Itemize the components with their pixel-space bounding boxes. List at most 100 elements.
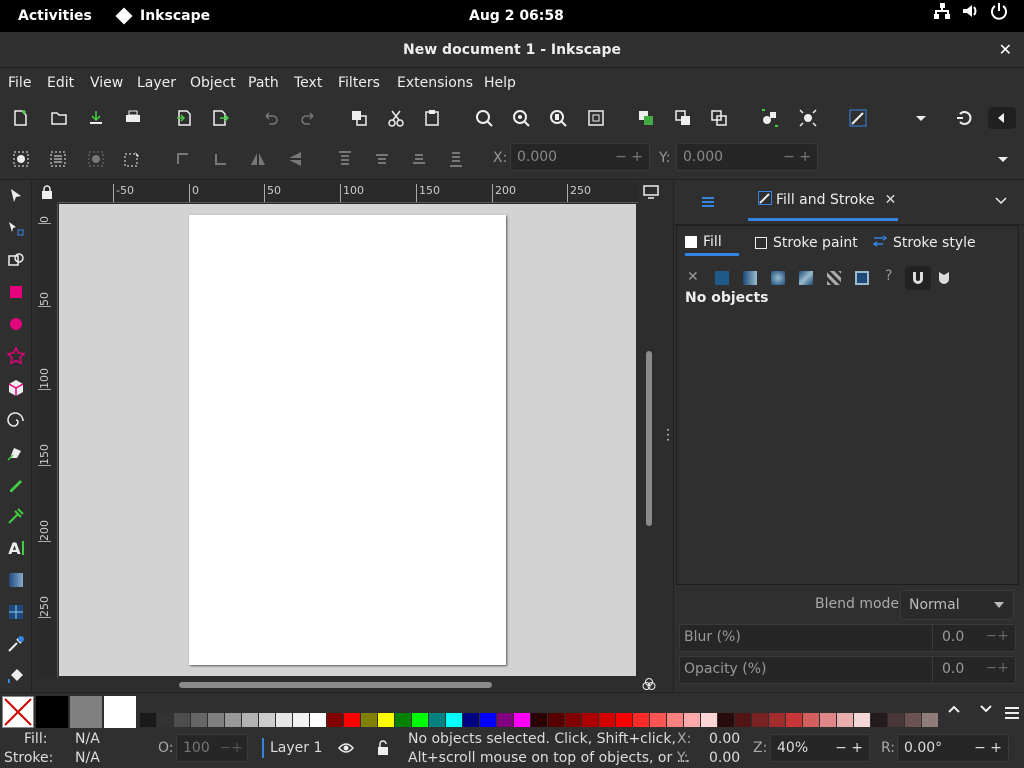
menu-path[interactable]: Path: [248, 68, 279, 98]
dock-menu-chevron-icon[interactable]: [994, 193, 1008, 211]
raise-icon[interactable]: [371, 148, 393, 170]
palette-swatch[interactable]: [104, 696, 136, 728]
y-input[interactable]: 0.000 − +: [676, 143, 818, 171]
page[interactable]: [189, 215, 506, 665]
menu-filters[interactable]: Filters: [338, 68, 380, 98]
flip-vertical-icon[interactable]: [284, 148, 306, 170]
opacity-stepper-icon[interactable]: −+: [986, 660, 1009, 676]
blend-mode-select[interactable]: Normal: [900, 590, 1014, 620]
zoom-drawing-icon[interactable]: [510, 107, 532, 129]
palette-swatch[interactable]: [395, 713, 411, 727]
palette-swatch[interactable]: [242, 713, 258, 727]
layer-lock-icon[interactable]: [376, 740, 390, 760]
save-icon[interactable]: [85, 107, 107, 129]
palette-swatch[interactable]: [225, 713, 241, 727]
menu-object[interactable]: Object: [190, 68, 236, 98]
palette-swatch[interactable]: [786, 713, 802, 727]
menu-extensions[interactable]: Extensions: [397, 68, 473, 98]
blur-slider[interactable]: Blur (%) 0.0 −+: [679, 624, 1016, 652]
horizontal-scrollbar[interactable]: [179, 682, 492, 688]
unlink-clone-icon[interactable]: [708, 107, 730, 129]
palette-swatch[interactable]: [803, 713, 819, 727]
dock-resize-handle[interactable]: · · ·: [665, 424, 671, 446]
drawing-canvas[interactable]: [59, 204, 636, 676]
opacity-slider[interactable]: Opacity (%) 0.0 −+: [679, 656, 1016, 684]
import-icon[interactable]: [173, 107, 195, 129]
palette-swatch[interactable]: [565, 713, 581, 727]
rotation-stepper-icon[interactable]: − +: [974, 735, 1002, 761]
color-management-icon[interactable]: [638, 676, 660, 692]
mesh-tool-icon[interactable]: [5, 601, 27, 623]
paint-bucket-tool-icon[interactable]: [5, 665, 27, 687]
rectangle-tool-icon[interactable]: [5, 281, 27, 303]
palette-swatch[interactable]: [837, 713, 853, 727]
dropper-tool-icon[interactable]: [5, 633, 27, 655]
radial-gradient-icon[interactable]: [771, 271, 785, 285]
deselect-icon[interactable]: [85, 148, 107, 170]
palette-swatch[interactable]: [293, 713, 309, 727]
tab-stroke-paint[interactable]: Stroke paint: [755, 230, 858, 256]
palette-scroll-down-icon[interactable]: [978, 701, 994, 721]
mesh-gradient-icon[interactable]: [799, 271, 813, 285]
menu-edit[interactable]: Edit: [47, 68, 74, 98]
horizontal-ruler[interactable]: -50 0 50 100 150 200 250: [58, 181, 638, 203]
group-icon[interactable]: [759, 107, 781, 129]
palette-swatch[interactable]: [140, 713, 156, 727]
no-paint-icon[interactable]: ✕: [687, 269, 699, 285]
unset-paint-icon[interactable]: ?: [885, 268, 892, 284]
touch-select-icon[interactable]: [121, 148, 143, 170]
palette-swatch[interactable]: [327, 713, 343, 727]
current-layer[interactable]: Layer 1: [270, 739, 322, 758]
undo-icon[interactable]: [260, 107, 282, 129]
export-icon[interactable]: [209, 107, 231, 129]
palette-swatch[interactable]: [548, 713, 564, 727]
palette-swatch[interactable]: [463, 713, 479, 727]
palette-scroll-up-icon[interactable]: [946, 701, 962, 721]
palette-swatch[interactable]: [36, 696, 68, 728]
fill-rule-evenodd-icon[interactable]: [905, 266, 931, 290]
ungroup-icon[interactable]: [797, 107, 819, 129]
palette-swatch[interactable]: [616, 713, 632, 727]
rotation-input[interactable]: 0.00° − +: [897, 734, 1009, 762]
palette-swatch[interactable]: [497, 713, 513, 727]
tab-fill-and-stroke[interactable]: Fill and Stroke ✕: [748, 181, 898, 221]
palette-swatch[interactable]: [905, 713, 921, 727]
close-tab-icon[interactable]: ✕: [885, 192, 897, 208]
clone-icon[interactable]: [672, 107, 694, 129]
palette-swatch[interactable]: [854, 713, 870, 727]
lower-icon[interactable]: [408, 148, 430, 170]
duplicate-icon[interactable]: [635, 107, 657, 129]
power-icon[interactable]: [990, 0, 1008, 32]
palette-swatch[interactable]: [446, 713, 462, 727]
star-tool-icon[interactable]: [5, 345, 27, 367]
clock[interactable]: Aug 2 06:58: [469, 0, 564, 32]
palette-swatch[interactable]: [514, 713, 530, 727]
open-file-icon[interactable]: [48, 107, 70, 129]
copy-icon[interactable]: [348, 107, 370, 129]
network-icon[interactable]: [933, 0, 951, 32]
cut-icon[interactable]: [385, 107, 407, 129]
palette-swatch[interactable]: [344, 713, 360, 727]
palette-swatch[interactable]: [378, 713, 394, 727]
palette-swatch[interactable]: [735, 713, 751, 727]
blur-stepper-icon[interactable]: −+: [986, 628, 1009, 644]
node-tool-icon[interactable]: [5, 217, 27, 239]
menu-view[interactable]: View: [90, 68, 123, 98]
lock-guides-icon[interactable]: [36, 181, 58, 203]
new-document-icon[interactable]: [9, 107, 31, 129]
palette-swatch[interactable]: [412, 713, 428, 727]
x-input[interactable]: 0.000 − +: [510, 143, 650, 171]
select-all-layers-icon[interactable]: [47, 148, 69, 170]
print-icon[interactable]: [122, 107, 144, 129]
palette-swatch[interactable]: [361, 713, 377, 727]
pattern-icon[interactable]: [827, 271, 841, 285]
palette-swatch[interactable]: [429, 713, 445, 727]
linear-gradient-icon[interactable]: [743, 271, 757, 285]
paste-icon[interactable]: [421, 107, 443, 129]
snap-toggle-icon[interactable]: [953, 107, 975, 129]
palette-swatch[interactable]: [599, 713, 615, 727]
palette-swatch[interactable]: [531, 713, 547, 727]
x-stepper-icon[interactable]: − +: [615, 144, 643, 170]
palette-swatch[interactable]: [752, 713, 768, 727]
flat-color-icon[interactable]: [715, 271, 729, 285]
